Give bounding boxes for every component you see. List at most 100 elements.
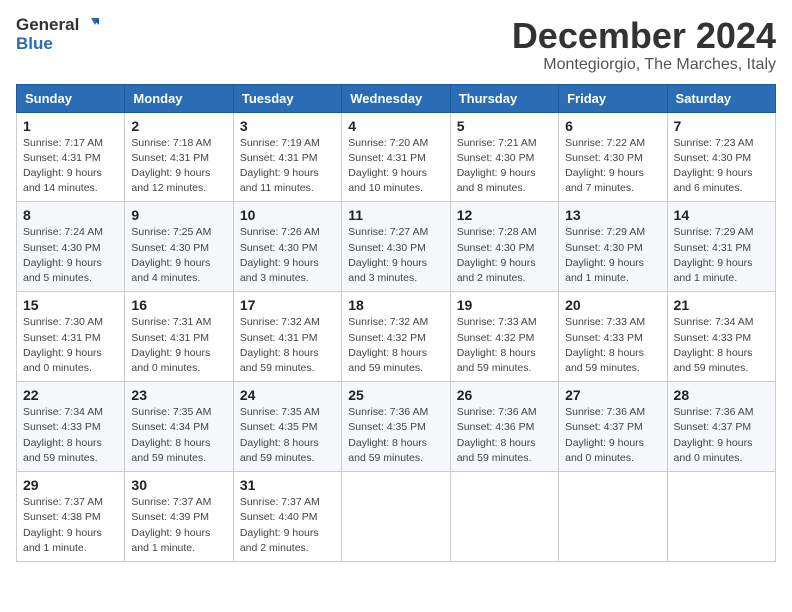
day-number: 4 <box>348 118 443 134</box>
day-info: Sunrise: 7:33 AMSunset: 4:33 PMDaylight:… <box>565 315 660 376</box>
calendar-week-4: 22 Sunrise: 7:34 AMSunset: 4:33 PMDaylig… <box>17 382 776 472</box>
calendar-cell <box>667 472 775 562</box>
day-info: Sunrise: 7:37 AMSunset: 4:39 PMDaylight:… <box>131 495 226 556</box>
day-number: 29 <box>23 477 118 493</box>
day-info: Sunrise: 7:22 AMSunset: 4:30 PMDaylight:… <box>565 136 660 197</box>
day-number: 23 <box>131 387 226 403</box>
day-info: Sunrise: 7:37 AMSunset: 4:38 PMDaylight:… <box>23 495 118 556</box>
day-info: Sunrise: 7:33 AMSunset: 4:32 PMDaylight:… <box>457 315 552 376</box>
calendar-cell: 26 Sunrise: 7:36 AMSunset: 4:36 PMDaylig… <box>450 382 558 472</box>
calendar-table: SundayMondayTuesdayWednesdayThursdayFrid… <box>16 84 776 562</box>
day-number: 13 <box>565 207 660 223</box>
day-number: 30 <box>131 477 226 493</box>
day-info: Sunrise: 7:34 AMSunset: 4:33 PMDaylight:… <box>674 315 769 376</box>
day-info: Sunrise: 7:36 AMSunset: 4:37 PMDaylight:… <box>565 405 660 466</box>
month-year-title: December 2024 <box>512 16 776 56</box>
calendar-cell: 9 Sunrise: 7:25 AMSunset: 4:30 PMDayligh… <box>125 202 233 292</box>
calendar-cell: 14 Sunrise: 7:29 AMSunset: 4:31 PMDaylig… <box>667 202 775 292</box>
calendar-cell: 1 Sunrise: 7:17 AMSunset: 4:31 PMDayligh… <box>17 112 125 202</box>
calendar-cell: 16 Sunrise: 7:31 AMSunset: 4:31 PMDaylig… <box>125 292 233 382</box>
calendar-cell: 3 Sunrise: 7:19 AMSunset: 4:31 PMDayligh… <box>233 112 341 202</box>
day-number: 2 <box>131 118 226 134</box>
day-info: Sunrise: 7:32 AMSunset: 4:32 PMDaylight:… <box>348 315 443 376</box>
day-info: Sunrise: 7:34 AMSunset: 4:33 PMDaylight:… <box>23 405 118 466</box>
day-number: 19 <box>457 297 552 313</box>
weekday-header-row: SundayMondayTuesdayWednesdayThursdayFrid… <box>17 84 776 112</box>
day-info: Sunrise: 7:37 AMSunset: 4:40 PMDaylight:… <box>240 495 335 556</box>
day-info: Sunrise: 7:23 AMSunset: 4:30 PMDaylight:… <box>674 136 769 197</box>
day-number: 16 <box>131 297 226 313</box>
calendar-cell: 22 Sunrise: 7:34 AMSunset: 4:33 PMDaylig… <box>17 382 125 472</box>
calendar-cell <box>559 472 667 562</box>
day-info: Sunrise: 7:36 AMSunset: 4:35 PMDaylight:… <box>348 405 443 466</box>
calendar-cell: 4 Sunrise: 7:20 AMSunset: 4:31 PMDayligh… <box>342 112 450 202</box>
day-number: 18 <box>348 297 443 313</box>
calendar-cell: 19 Sunrise: 7:33 AMSunset: 4:32 PMDaylig… <box>450 292 558 382</box>
day-info: Sunrise: 7:32 AMSunset: 4:31 PMDaylight:… <box>240 315 335 376</box>
day-number: 26 <box>457 387 552 403</box>
calendar-cell: 30 Sunrise: 7:37 AMSunset: 4:39 PMDaylig… <box>125 472 233 562</box>
calendar-week-2: 8 Sunrise: 7:24 AMSunset: 4:30 PMDayligh… <box>17 202 776 292</box>
day-number: 7 <box>674 118 769 134</box>
day-info: Sunrise: 7:25 AMSunset: 4:30 PMDaylight:… <box>131 225 226 286</box>
day-number: 21 <box>674 297 769 313</box>
calendar-week-3: 15 Sunrise: 7:30 AMSunset: 4:31 PMDaylig… <box>17 292 776 382</box>
day-number: 5 <box>457 118 552 134</box>
weekday-header-friday: Friday <box>559 84 667 112</box>
day-number: 8 <box>23 207 118 223</box>
day-info: Sunrise: 7:35 AMSunset: 4:35 PMDaylight:… <box>240 405 335 466</box>
day-info: Sunrise: 7:19 AMSunset: 4:31 PMDaylight:… <box>240 136 335 197</box>
calendar-cell: 13 Sunrise: 7:29 AMSunset: 4:30 PMDaylig… <box>559 202 667 292</box>
calendar-cell: 18 Sunrise: 7:32 AMSunset: 4:32 PMDaylig… <box>342 292 450 382</box>
day-info: Sunrise: 7:17 AMSunset: 4:31 PMDaylight:… <box>23 136 118 197</box>
day-info: Sunrise: 7:35 AMSunset: 4:34 PMDaylight:… <box>131 405 226 466</box>
calendar-week-1: 1 Sunrise: 7:17 AMSunset: 4:31 PMDayligh… <box>17 112 776 202</box>
day-number: 27 <box>565 387 660 403</box>
calendar-cell: 21 Sunrise: 7:34 AMSunset: 4:33 PMDaylig… <box>667 292 775 382</box>
logo-blue-text: Blue <box>16 35 53 54</box>
day-info: Sunrise: 7:36 AMSunset: 4:36 PMDaylight:… <box>457 405 552 466</box>
day-number: 17 <box>240 297 335 313</box>
calendar-cell: 17 Sunrise: 7:32 AMSunset: 4:31 PMDaylig… <box>233 292 341 382</box>
calendar-cell: 27 Sunrise: 7:36 AMSunset: 4:37 PMDaylig… <box>559 382 667 472</box>
calendar-week-5: 29 Sunrise: 7:37 AMSunset: 4:38 PMDaylig… <box>17 472 776 562</box>
calendar-cell: 8 Sunrise: 7:24 AMSunset: 4:30 PMDayligh… <box>17 202 125 292</box>
calendar-cell: 15 Sunrise: 7:30 AMSunset: 4:31 PMDaylig… <box>17 292 125 382</box>
day-info: Sunrise: 7:28 AMSunset: 4:30 PMDaylight:… <box>457 225 552 286</box>
day-number: 11 <box>348 207 443 223</box>
calendar-cell <box>342 472 450 562</box>
day-info: Sunrise: 7:18 AMSunset: 4:31 PMDaylight:… <box>131 136 226 197</box>
day-info: Sunrise: 7:29 AMSunset: 4:31 PMDaylight:… <box>674 225 769 286</box>
weekday-header-tuesday: Tuesday <box>233 84 341 112</box>
calendar-cell: 10 Sunrise: 7:26 AMSunset: 4:30 PMDaylig… <box>233 202 341 292</box>
logo-bird-icon <box>81 16 99 34</box>
day-number: 10 <box>240 207 335 223</box>
location-subtitle: Montegiorgio, The Marches, Italy <box>512 56 776 74</box>
calendar-cell: 11 Sunrise: 7:27 AMSunset: 4:30 PMDaylig… <box>342 202 450 292</box>
day-number: 31 <box>240 477 335 493</box>
day-number: 15 <box>23 297 118 313</box>
calendar-cell: 2 Sunrise: 7:18 AMSunset: 4:31 PMDayligh… <box>125 112 233 202</box>
calendar-cell: 6 Sunrise: 7:22 AMSunset: 4:30 PMDayligh… <box>559 112 667 202</box>
day-number: 28 <box>674 387 769 403</box>
day-number: 9 <box>131 207 226 223</box>
day-number: 1 <box>23 118 118 134</box>
day-info: Sunrise: 7:29 AMSunset: 4:30 PMDaylight:… <box>565 225 660 286</box>
day-number: 25 <box>348 387 443 403</box>
day-number: 24 <box>240 387 335 403</box>
calendar-cell: 28 Sunrise: 7:36 AMSunset: 4:37 PMDaylig… <box>667 382 775 472</box>
calendar-cell: 20 Sunrise: 7:33 AMSunset: 4:33 PMDaylig… <box>559 292 667 382</box>
calendar-cell: 25 Sunrise: 7:36 AMSunset: 4:35 PMDaylig… <box>342 382 450 472</box>
day-number: 14 <box>674 207 769 223</box>
day-number: 12 <box>457 207 552 223</box>
day-info: Sunrise: 7:27 AMSunset: 4:30 PMDaylight:… <box>348 225 443 286</box>
calendar-cell: 12 Sunrise: 7:28 AMSunset: 4:30 PMDaylig… <box>450 202 558 292</box>
calendar-cell <box>450 472 558 562</box>
page-header: General Blue December 2024 Montegiorgio,… <box>16 16 776 74</box>
weekday-header-sunday: Sunday <box>17 84 125 112</box>
calendar-cell: 5 Sunrise: 7:21 AMSunset: 4:30 PMDayligh… <box>450 112 558 202</box>
weekday-header-wednesday: Wednesday <box>342 84 450 112</box>
day-number: 6 <box>565 118 660 134</box>
weekday-header-monday: Monday <box>125 84 233 112</box>
calendar-cell: 29 Sunrise: 7:37 AMSunset: 4:38 PMDaylig… <box>17 472 125 562</box>
